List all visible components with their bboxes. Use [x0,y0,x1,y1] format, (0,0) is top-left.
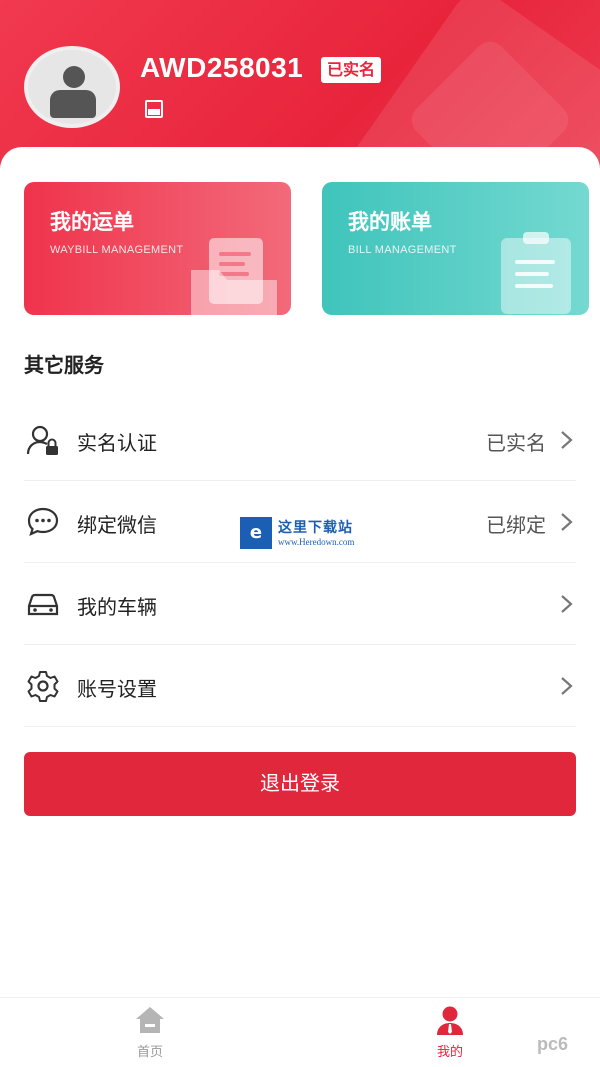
menu-item-vehicle[interactable]: 我的车辆 [24,563,576,645]
avatar-body [50,90,96,118]
menu-status: 已绑定 [486,513,546,537]
home-icon [136,1007,164,1033]
id-card-icon [145,100,163,118]
menu-item-real-name[interactable]: 实名认证 已实名 [24,399,576,481]
section-title: 其它服务 [24,353,104,377]
card-title: 我的运单 [50,210,134,234]
menu-label: 账号设置 [77,677,157,701]
waybill-card[interactable]: 我的运单 WAYBILL MANAGEMENT [24,182,291,315]
username: AWD258031 [140,52,304,83]
avatar-head [63,66,85,88]
menu-label: 绑定微信 [77,513,157,537]
watermark-title: 这里下载站 [278,520,353,536]
card-subtitle: BILL MANAGEMENT [348,244,457,256]
clipboard-icon [501,232,571,314]
chevron-right-icon [561,595,573,613]
verified-badge: 已实名 [321,57,382,83]
main-content: 我的运单 WAYBILL MANAGEMENT 我的账单 BILL MANAGE… [0,147,600,997]
menu-label: 实名认证 [77,431,157,455]
menu-label: 我的车辆 [77,595,157,619]
menu-item-account-settings[interactable]: 账号设置 [24,645,576,727]
folder-document-icon [191,238,277,315]
chevron-right-icon [561,431,573,449]
card-title: 我的账单 [348,210,432,234]
card-subtitle: WAYBILL MANAGEMENT [50,244,184,256]
watermark-logo: e [240,517,272,549]
corner-watermark: pc6 [537,1034,569,1054]
nav-label: 我的 [436,1045,463,1060]
bottom-nav: 首页 我的 [0,997,600,1067]
user-lock-icon [26,425,58,455]
person-icon [437,1006,463,1035]
chat-icon [27,507,59,536]
bill-card[interactable]: 我的账单 BILL MANAGEMENT [322,182,589,315]
car-icon [27,593,59,616]
gear-icon [27,671,59,702]
chevron-right-icon [561,513,573,531]
chevron-right-icon [561,677,573,695]
nav-tab-mine[interactable]: 我的 [390,998,510,1067]
watermark-url: www.Heredown.com [278,537,355,547]
nav-label: 首页 [136,1045,163,1060]
avatar[interactable] [24,46,120,128]
logout-button[interactable]: 退出登录 [24,752,576,816]
nav-tab-home[interactable]: 首页 [90,998,210,1067]
menu-status: 已实名 [486,431,546,455]
